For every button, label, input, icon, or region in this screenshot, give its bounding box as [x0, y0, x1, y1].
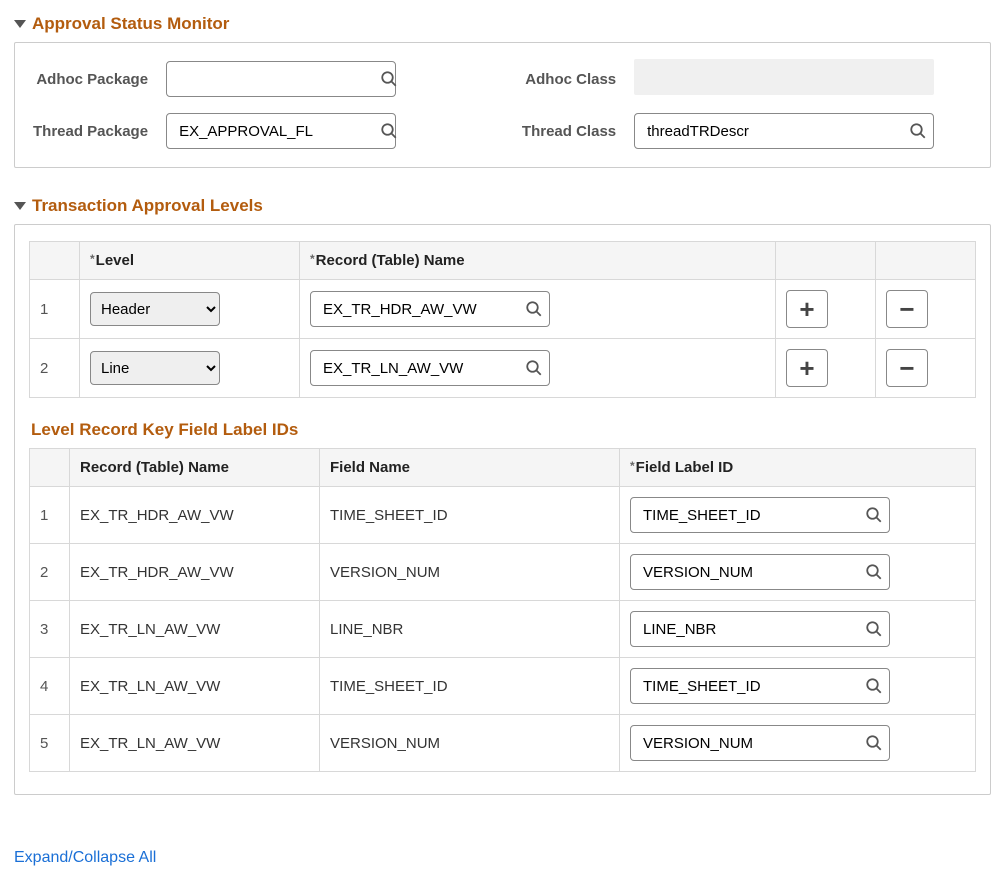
- table-row: 2 HeaderLine: [30, 339, 976, 398]
- col-rownum: [30, 449, 70, 487]
- field-label-id-input[interactable]: [630, 554, 890, 590]
- search-icon[interactable]: [525, 359, 543, 377]
- adhoc-package-field[interactable]: [177, 70, 380, 89]
- field-label-id-field[interactable]: [641, 677, 865, 696]
- txn-levels-box: Level Record (Table) Name 1 HeaderLine 2 He…: [14, 224, 991, 795]
- search-icon[interactable]: [909, 122, 927, 140]
- section-header: Transaction Approval Levels: [14, 196, 991, 216]
- row-number: 4: [30, 658, 70, 715]
- add-row-button[interactable]: [786, 290, 828, 328]
- field-label-id-input[interactable]: [630, 611, 890, 647]
- col-record: Record (Table) Name: [70, 449, 320, 487]
- col-field: Field Name: [320, 449, 620, 487]
- adhoc-package-label: Adhoc Package: [33, 71, 148, 88]
- thread-package-field[interactable]: [177, 122, 380, 141]
- remove-row-button[interactable]: [886, 290, 928, 328]
- section-title: Approval Status Monitor: [32, 14, 229, 34]
- table-row: 3EX_TR_LN_AW_VWLINE_NBR: [30, 601, 976, 658]
- record-field[interactable]: [321, 359, 525, 378]
- record-input[interactable]: [310, 291, 550, 327]
- adhoc-package-input[interactable]: [166, 61, 396, 97]
- transaction-approval-levels-section: Transaction Approval Levels Level Record…: [14, 196, 991, 795]
- field-label-id-field[interactable]: [641, 620, 865, 639]
- record-cell: EX_TR_HDR_AW_VW: [70, 487, 320, 544]
- approval-status-box: Adhoc Package Adhoc Class Thread Package: [14, 42, 991, 168]
- search-icon[interactable]: [380, 122, 398, 140]
- field-label-id-field[interactable]: [641, 734, 865, 753]
- chevron-down-icon[interactable]: [14, 202, 26, 210]
- table-header-row: Record (Table) Name Field Name Field Lab…: [30, 449, 976, 487]
- field-label-id-field[interactable]: [641, 506, 865, 525]
- level-select[interactable]: HeaderLine: [90, 351, 220, 385]
- levels-table: Level Record (Table) Name 1 HeaderLine 2 He…: [29, 241, 976, 398]
- record-input[interactable]: [310, 350, 550, 386]
- section-title: Transaction Approval Levels: [32, 196, 263, 216]
- record-cell: EX_TR_LN_AW_VW: [70, 601, 320, 658]
- adhoc-class-field: [634, 59, 934, 95]
- search-icon[interactable]: [865, 563, 883, 581]
- thread-class-field[interactable]: [645, 122, 909, 141]
- col-label-id: Field Label ID: [620, 449, 976, 487]
- col-remove: [876, 242, 976, 280]
- row-number: 1: [30, 280, 80, 339]
- field-label-id-field[interactable]: [641, 563, 865, 582]
- col-rownum: [30, 242, 80, 280]
- row-number: 2: [30, 339, 80, 398]
- search-icon[interactable]: [865, 677, 883, 695]
- remove-row-button[interactable]: [886, 349, 928, 387]
- record-field[interactable]: [321, 300, 525, 319]
- field-label-id-input[interactable]: [630, 668, 890, 704]
- section-header: Approval Status Monitor: [14, 14, 991, 34]
- field-labels-title: Level Record Key Field Label IDs: [31, 420, 974, 440]
- field-cell: TIME_SHEET_ID: [320, 658, 620, 715]
- field-cell: VERSION_NUM: [320, 544, 620, 601]
- record-cell: EX_TR_LN_AW_VW: [70, 715, 320, 772]
- row-number: 1: [30, 487, 70, 544]
- search-icon[interactable]: [865, 620, 883, 638]
- field-cell: TIME_SHEET_ID: [320, 487, 620, 544]
- search-icon[interactable]: [380, 70, 398, 88]
- thread-class-label: Thread Class: [522, 123, 616, 140]
- col-add: [776, 242, 876, 280]
- field-cell: VERSION_NUM: [320, 715, 620, 772]
- field-cell: LINE_NBR: [320, 601, 620, 658]
- field-label-id-input[interactable]: [630, 497, 890, 533]
- row-number: 2: [30, 544, 70, 601]
- row-number: 5: [30, 715, 70, 772]
- table-row: 1EX_TR_HDR_AW_VWTIME_SHEET_ID: [30, 487, 976, 544]
- table-row: 2EX_TR_HDR_AW_VWVERSION_NUM: [30, 544, 976, 601]
- thread-package-input[interactable]: [166, 113, 396, 149]
- adhoc-class-label: Adhoc Class: [522, 71, 616, 88]
- table-row: 5EX_TR_LN_AW_VWVERSION_NUM: [30, 715, 976, 772]
- table-row: 4EX_TR_LN_AW_VWTIME_SHEET_ID: [30, 658, 976, 715]
- level-select[interactable]: HeaderLine: [90, 292, 220, 326]
- table-header-row: Level Record (Table) Name: [30, 242, 976, 280]
- field-labels-table: Record (Table) Name Field Name Field Lab…: [29, 448, 976, 772]
- record-cell: EX_TR_LN_AW_VW: [70, 658, 320, 715]
- add-row-button[interactable]: [786, 349, 828, 387]
- thread-class-input[interactable]: [634, 113, 934, 149]
- field-label-id-input[interactable]: [630, 725, 890, 761]
- chevron-down-icon[interactable]: [14, 20, 26, 28]
- row-number: 3: [30, 601, 70, 658]
- search-icon[interactable]: [525, 300, 543, 318]
- table-row: 1 HeaderLine: [30, 280, 976, 339]
- approval-status-monitor-section: Approval Status Monitor Adhoc Package Ad…: [14, 14, 991, 168]
- expand-collapse-all-link[interactable]: Expand/Collapse All: [14, 849, 156, 867]
- thread-package-label: Thread Package: [33, 123, 148, 140]
- search-icon[interactable]: [865, 506, 883, 524]
- record-cell: EX_TR_HDR_AW_VW: [70, 544, 320, 601]
- search-icon[interactable]: [865, 734, 883, 752]
- col-level: Level: [80, 242, 300, 280]
- col-record: Record (Table) Name: [300, 242, 776, 280]
